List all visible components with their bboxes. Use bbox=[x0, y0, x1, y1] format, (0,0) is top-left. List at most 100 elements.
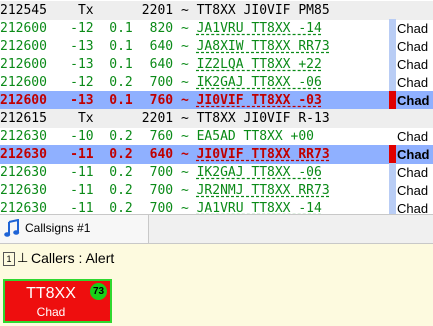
time: 212630 bbox=[0, 129, 47, 144]
separator: ~ bbox=[180, 57, 189, 72]
decode-fields: 212600 -12 0.2 700 ~ IK2GAJ TT8XX -06 bbox=[0, 73, 322, 92]
time: 212600 bbox=[0, 39, 47, 54]
freq: 700 bbox=[149, 201, 174, 214]
freq: 2201 bbox=[141, 111, 174, 126]
separator: ~ bbox=[180, 147, 189, 162]
status-marker bbox=[389, 37, 396, 56]
status-marker bbox=[389, 55, 396, 74]
time: 212600 bbox=[0, 57, 47, 72]
country-label: Chad bbox=[397, 75, 429, 90]
separator: ~ bbox=[180, 183, 189, 198]
country-label: Chad bbox=[397, 57, 429, 72]
decode-fields: 212600 -12 0.1 820 ~ JA1VRU TT8XX -14 bbox=[0, 19, 322, 38]
freq: 700 bbox=[149, 75, 174, 90]
separator: ~ bbox=[180, 93, 189, 108]
message: TT8XX JI0VIF PM85 bbox=[196, 3, 330, 18]
status-marker bbox=[389, 163, 396, 182]
time: 212630 bbox=[0, 165, 47, 180]
time: 212600 bbox=[0, 21, 47, 36]
pin-icon[interactable]: ⊥ bbox=[17, 250, 28, 266]
separator: ~ bbox=[180, 21, 189, 36]
message: JA8XIW TT8XX RR73 bbox=[196, 39, 330, 54]
decode-row[interactable]: 212630 -11 0.2 700 ~ JR2NMJ TT8XX RR73 Ch… bbox=[0, 181, 433, 200]
decode-row[interactable]: 212630 -11 0.2 700 ~ IK2GAJ TT8XX -06 Cha… bbox=[0, 163, 433, 182]
db: -11 bbox=[70, 147, 94, 162]
freq: 700 bbox=[149, 183, 174, 198]
decode-fields: 212630 -10 0.2 760 ~ EA5AD TT8XX +00 bbox=[0, 127, 314, 146]
decode-fields: 212630 -11 0.2 700 ~ JA1VRU TT8XX -14 bbox=[0, 199, 322, 214]
status-marker bbox=[389, 181, 396, 200]
db: -11 bbox=[70, 201, 94, 214]
decode-fields: 212630 -11 0.2 640 ~ JI0VIF TT8XX RR73 bbox=[0, 145, 330, 164]
message: IZ2LQA TT8XX +22 bbox=[196, 57, 322, 72]
decode-row[interactable]: 212630 -10 0.2 760 ~ EA5AD TT8XX +00 Chad bbox=[0, 127, 433, 146]
country-label: Chad bbox=[397, 183, 429, 198]
decode-log[interactable]: 212545 Tx 2201 ~ TT8XX JI0VIF PM85 212600… bbox=[0, 0, 433, 214]
status-marker bbox=[389, 19, 396, 38]
dt: 0.2 bbox=[109, 183, 133, 198]
decode-fields: 212630 -11 0.2 700 ~ IK2GAJ TT8XX -06 bbox=[0, 163, 322, 182]
decode-fields: 212630 -11 0.2 700 ~ JR2NMJ TT8XX RR73 bbox=[0, 181, 330, 200]
db: -13 bbox=[70, 57, 94, 72]
country-label: Chad bbox=[397, 129, 429, 144]
decode-row[interactable]: 212600 -13 0.1 760 ~ JI0VIF TT8XX -03 Cha… bbox=[0, 91, 433, 110]
country-label: Chad bbox=[397, 165, 429, 180]
time: 212630 bbox=[0, 147, 47, 162]
freq: 2201 bbox=[141, 3, 174, 18]
dt: 0.1 bbox=[109, 21, 133, 36]
message: TT8XX JI0VIF R-13 bbox=[196, 111, 330, 126]
decode-row[interactable]: 212600 -13 0.1 640 ~ IZ2LQA TT8XX +22 Cha… bbox=[0, 55, 433, 74]
freq: 820 bbox=[149, 21, 174, 36]
decode-row[interactable]: 212630 -11 0.2 640 ~ JI0VIF TT8XX RR73 Ch… bbox=[0, 145, 433, 164]
freq: 640 bbox=[149, 39, 174, 54]
db: -11 bbox=[70, 165, 94, 180]
time: 212630 bbox=[0, 201, 47, 214]
time: 212615 bbox=[0, 111, 47, 126]
db: -10 bbox=[70, 129, 94, 144]
status-marker bbox=[389, 145, 396, 164]
tx-row[interactable]: 212545 Tx 2201 ~ TT8XX JI0VIF PM85 bbox=[0, 1, 433, 20]
decode-row[interactable]: 212600 -13 0.1 640 ~ JA8XIW TT8XX RR73 Ch… bbox=[0, 37, 433, 56]
dt: 0.1 bbox=[109, 39, 133, 54]
music-note-icon bbox=[4, 219, 20, 237]
message: JA1VRU TT8XX -14 bbox=[196, 201, 322, 214]
status-marker bbox=[389, 199, 396, 214]
caller-callsign: TT8XX bbox=[26, 285, 76, 302]
dt: 0.2 bbox=[109, 165, 133, 180]
message: JR2NMJ TT8XX RR73 bbox=[196, 183, 330, 198]
message: JA1VRU TT8XX -14 bbox=[196, 21, 322, 36]
separator: ~ bbox=[180, 129, 189, 144]
time: 212545 bbox=[0, 3, 47, 18]
dt: 0.1 bbox=[109, 57, 133, 72]
decode-row[interactable]: 212600 -12 0.2 700 ~ IK2GAJ TT8XX -06 Cha… bbox=[0, 73, 433, 92]
rr73-badge: 73 bbox=[90, 283, 107, 300]
decode-row[interactable]: 212630 -11 0.2 700 ~ JA1VRU TT8XX -14 Cha… bbox=[0, 199, 433, 214]
decode-row[interactable]: 212600 -12 0.1 820 ~ JA1VRU TT8XX -14 Cha… bbox=[0, 19, 433, 38]
status-marker bbox=[389, 73, 396, 92]
panel-title: Callers : Alert bbox=[31, 250, 115, 266]
caller-card[interactable]: TT8XX Chad 73 bbox=[3, 279, 112, 323]
db: Tx bbox=[77, 3, 94, 18]
country-label: Chad bbox=[397, 21, 429, 36]
tx-row[interactable]: 212615 Tx 2201 ~ TT8XX JI0VIF R-13 bbox=[0, 109, 433, 128]
dt: 0.1 bbox=[109, 93, 133, 108]
tab-label: Callsigns #1 bbox=[25, 221, 91, 235]
message: IK2GAJ TT8XX -06 bbox=[196, 75, 322, 90]
country-label: Chad bbox=[397, 93, 430, 108]
freq: 640 bbox=[149, 57, 174, 72]
message: JI0VIF TT8XX -03 bbox=[196, 93, 322, 108]
country-label: Chad bbox=[397, 201, 429, 214]
separator: ~ bbox=[180, 111, 189, 126]
country-label: Chad bbox=[397, 39, 429, 54]
tab-callsigns[interactable]: Callsigns #1 bbox=[0, 215, 149, 243]
decode-fields: 212600 -13 0.1 640 ~ IZ2LQA TT8XX +22 bbox=[0, 55, 322, 74]
db: -13 bbox=[70, 39, 94, 54]
decode-fields: 212615 Tx 2201 ~ TT8XX JI0VIF R-13 bbox=[0, 109, 330, 128]
freq: 760 bbox=[149, 129, 174, 144]
panel-number-box[interactable]: 1 bbox=[3, 252, 15, 266]
dt: 0.2 bbox=[109, 129, 133, 144]
db: -12 bbox=[70, 75, 94, 90]
db: -12 bbox=[70, 21, 94, 36]
country-label: Chad bbox=[397, 147, 430, 162]
freq: 640 bbox=[149, 147, 174, 162]
